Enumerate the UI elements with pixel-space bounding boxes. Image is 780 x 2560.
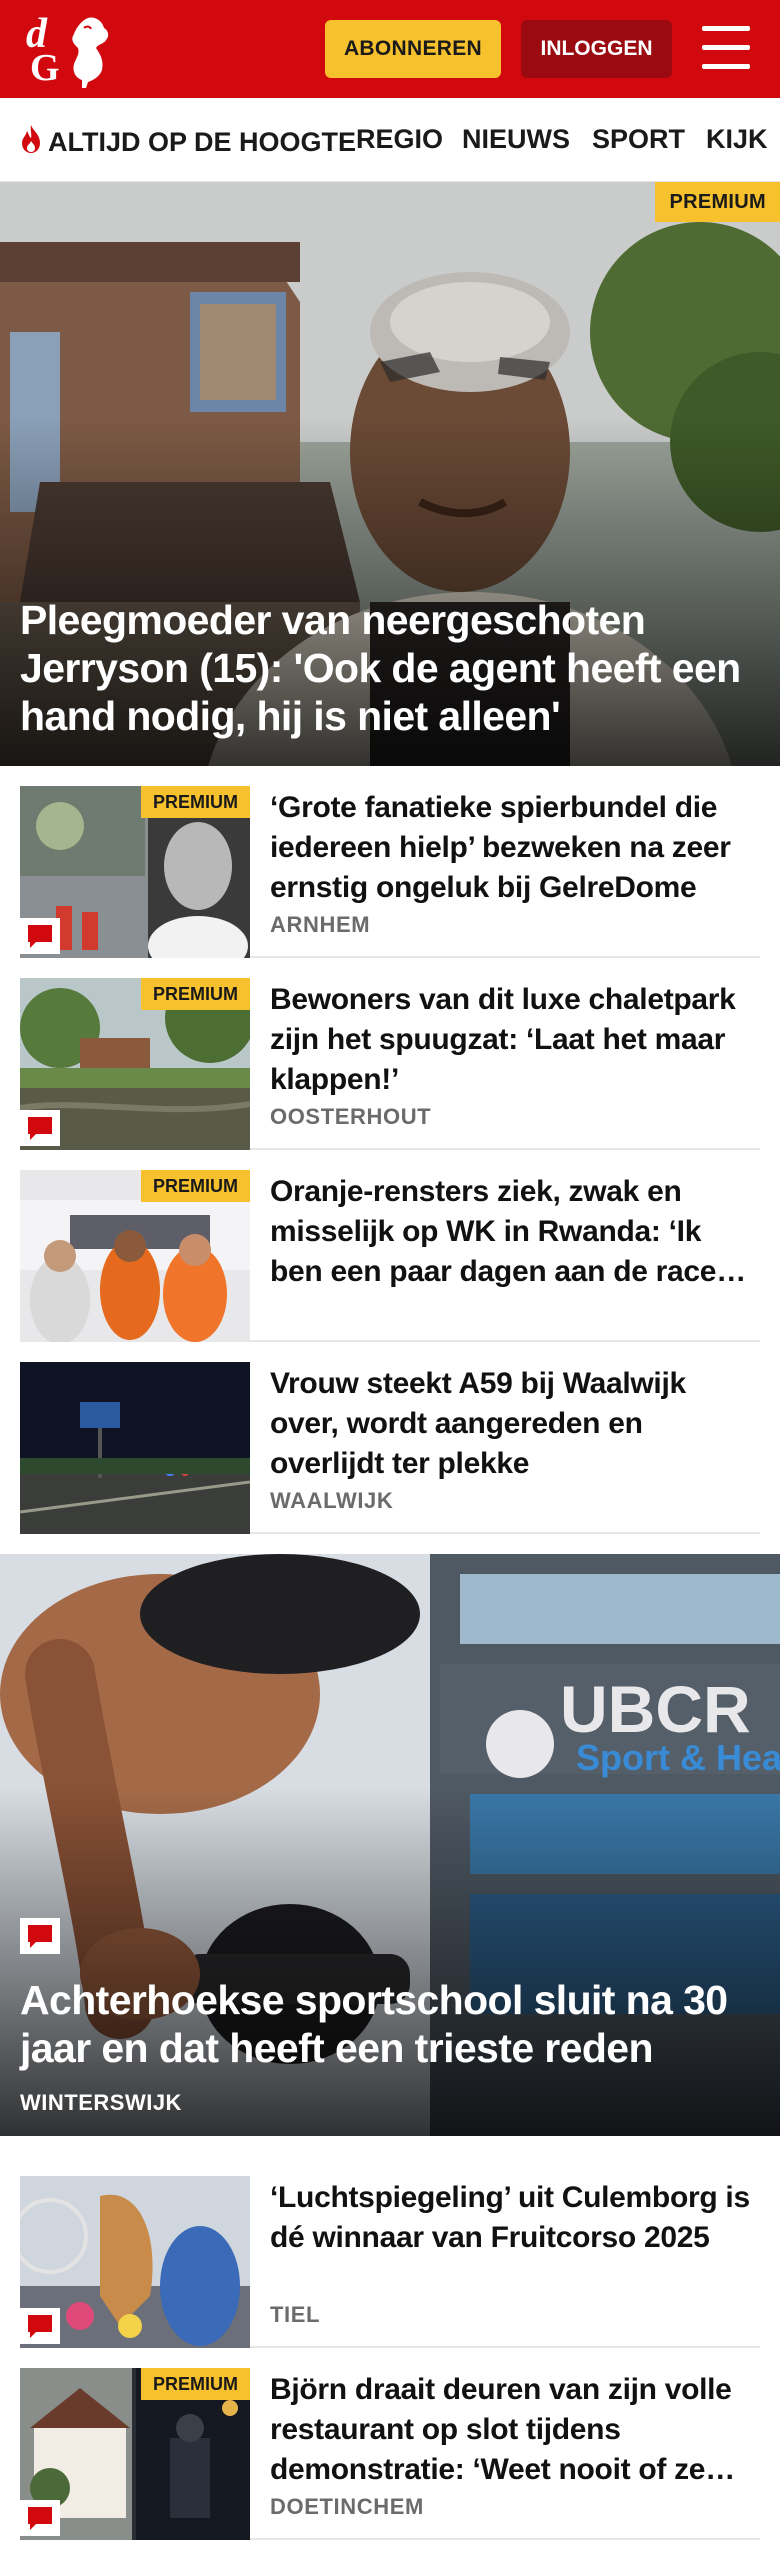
article-title[interactable]: Bewoners van dit luxe chaletpark zijn he…	[270, 980, 760, 1100]
article-title[interactable]: ‘Luchtspiegeling’ uit Culemborg is dé wi…	[270, 2178, 760, 2258]
comment-icon	[20, 1918, 60, 1954]
article-city: WAALWIJK	[270, 1488, 394, 1513]
hero-article[interactable]: UBCR Sport & Heal Achterhoekse sportscho…	[0, 1554, 780, 2136]
hamburger-menu-icon[interactable]	[700, 24, 752, 72]
horse-emblem-icon	[72, 17, 109, 88]
logo-letter-g: G	[30, 47, 60, 89]
hero-title[interactable]: Pleegmoeder van neergeschoten Jerryson (…	[20, 596, 760, 740]
comment-icon	[20, 1110, 60, 1146]
list-item[interactable]: PREMIUM Bewoners van dit luxe chaletpark…	[20, 958, 760, 1150]
hero-city: WINTERSWIJK	[20, 2090, 182, 2115]
premium-badge: PREMIUM	[141, 786, 250, 818]
article-thumbnail: PREMIUM	[20, 1170, 250, 1342]
site-logo[interactable]: d G	[22, 10, 118, 89]
hero-title[interactable]: Achterhoekse sportschool sluit na 30 jaa…	[20, 1976, 760, 2072]
top-header: d G ABONNEREN INLOGGEN	[0, 0, 780, 98]
section-nav: ALTIJD OP DE HOOGTE REGIO NIEUWS SPORT K…	[0, 98, 780, 182]
premium-badge: PREMIUM	[141, 978, 250, 1010]
nav-item-regio[interactable]: REGIO	[356, 124, 443, 155]
list-item[interactable]: ‘Luchtspiegeling’ uit Culemborg is dé wi…	[20, 2156, 760, 2348]
subscribe-button[interactable]: ABONNEREN	[325, 20, 501, 78]
article-city: ARNHEM	[270, 912, 371, 937]
article-city: TIEL	[270, 2302, 321, 2327]
nav-item-sport[interactable]: SPORT	[592, 124, 685, 155]
premium-badge: PREMIUM	[141, 2368, 250, 2400]
premium-badge: PREMIUM	[141, 1170, 250, 1202]
gym-sign-text: UBCR	[560, 1672, 751, 1746]
premium-badge: PREMIUM	[655, 182, 780, 222]
comment-icon	[20, 2500, 60, 2536]
article-title[interactable]: Björn draait deuren van zijn volle resta…	[270, 2370, 760, 2490]
nav-item-nieuws[interactable]: NIEUWS	[462, 124, 570, 155]
article-city: DOETINCHEM	[270, 2494, 424, 2519]
nav-item-altijd-op-de-hoogte[interactable]: ALTIJD OP DE HOOGTE	[18, 124, 356, 158]
article-city: OOSTERHOUT	[270, 1104, 432, 1129]
hero-article[interactable]: PREMIUM Pleegmoeder van neergeschoten Je…	[0, 182, 780, 766]
article-title[interactable]: ‘Grote fanatieke spierbundel die iederee…	[270, 788, 760, 908]
flame-icon	[22, 125, 40, 153]
nav-item-kijk[interactable]: KIJK	[706, 124, 768, 155]
comment-icon	[20, 2308, 60, 2344]
article-title[interactable]: Vrouw steekt A59 bij Waalwijk over, word…	[270, 1364, 760, 1484]
hero-gradient	[0, 1786, 780, 2136]
login-button[interactable]: INLOGGEN	[521, 20, 672, 78]
article-thumbnail	[20, 1362, 250, 1534]
list-item[interactable]: Vrouw steekt A59 bij Waalwijk over, word…	[20, 1342, 760, 1534]
list-item[interactable]: PREMIUM ‘Grote fanatieke spierbundel die…	[20, 766, 760, 958]
article-title[interactable]: Oranje-rensters ziek, zwak en misselijk …	[270, 1172, 760, 1292]
nav-label: ALTIJD OP DE HOOGTE	[48, 127, 357, 157]
list-item[interactable]: PREMIUM Oranje-rensters ziek, zwak en mi…	[20, 1150, 760, 1342]
comment-icon	[20, 918, 60, 954]
list-item[interactable]: PREMIUM Björn draait deuren van zijn vol…	[20, 2348, 760, 2540]
gym-sign-subtext: Sport & Heal	[576, 1737, 780, 1778]
